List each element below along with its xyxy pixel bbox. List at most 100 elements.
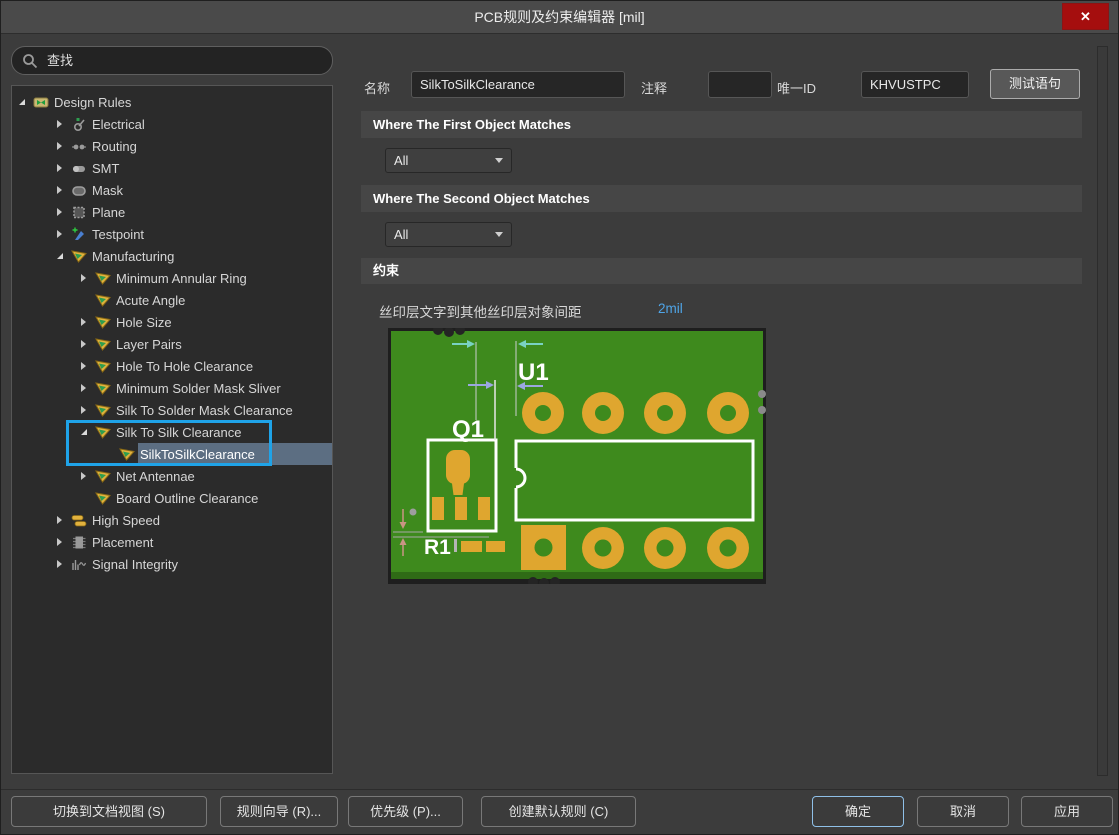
tree-item-placement[interactable]: Placement bbox=[12, 531, 332, 553]
tree-item-label: Board Outline Clearance bbox=[116, 491, 258, 506]
unique-id-input[interactable] bbox=[861, 71, 969, 98]
tree-item-electrical[interactable]: Electrical bbox=[12, 113, 332, 135]
tree-item-label: Routing bbox=[92, 139, 137, 154]
tree-item-label: Net Antennae bbox=[116, 469, 195, 484]
search-input[interactable] bbox=[45, 52, 322, 69]
expand-arrow-icon[interactable] bbox=[57, 560, 71, 568]
test-queries-button[interactable]: 测试语句 bbox=[990, 69, 1080, 99]
tree-item-plane[interactable]: Plane bbox=[12, 201, 332, 223]
expand-arrow-icon[interactable] bbox=[57, 516, 71, 524]
tree-item-label: SMT bbox=[92, 161, 119, 176]
expand-arrow-icon[interactable] bbox=[81, 318, 95, 326]
tree-item-net-antennae[interactable]: Net Antennae bbox=[12, 465, 332, 487]
second-object-scope-dropdown[interactable]: All bbox=[385, 222, 512, 247]
tree-item-silk-to-silk-clearance[interactable]: Silk To Silk Clearance bbox=[12, 421, 332, 443]
pcb-rules-dialog: PCB规则及约束编辑器 [mil] ✕ Design Rules Electric… bbox=[0, 0, 1119, 835]
expand-arrow-icon[interactable] bbox=[57, 120, 71, 128]
second-object-scope-value: All bbox=[394, 227, 408, 242]
expand-arrow-icon[interactable] bbox=[81, 362, 95, 370]
manufacturing-rule-icon bbox=[95, 358, 114, 374]
tree-item-high-speed[interactable]: High Speed bbox=[12, 509, 332, 531]
expand-arrow-icon[interactable] bbox=[81, 340, 95, 348]
tree-item-minimum-solder-mask-sliver[interactable]: Minimum Solder Mask Sliver bbox=[12, 377, 332, 399]
tree-item-label: High Speed bbox=[92, 513, 160, 528]
collapse-arrow-icon[interactable] bbox=[57, 253, 71, 259]
tree-item-testpoint[interactable]: Testpoint bbox=[12, 223, 332, 245]
rule-wizard-button[interactable]: 规则向导 (R)... bbox=[220, 796, 338, 827]
cancel-button[interactable]: 取消 bbox=[917, 796, 1009, 827]
testpoint-icon bbox=[71, 226, 90, 242]
chevron-down-icon bbox=[495, 158, 503, 163]
q1-designator: Q1 bbox=[452, 416, 484, 443]
scrollbar-track[interactable] bbox=[1097, 46, 1108, 776]
rules-tree-panel: Design Rules Electrical Routing SMT Mask Plan… bbox=[11, 85, 333, 774]
close-button[interactable]: ✕ bbox=[1062, 3, 1109, 30]
tree-item-silktosilkclearance[interactable]: SilkToSilkClearance bbox=[12, 443, 332, 465]
electrical-icon bbox=[71, 116, 90, 132]
tree-item-hole-to-hole-clearance[interactable]: Hole To Hole Clearance bbox=[12, 355, 332, 377]
manufacturing-rule-icon bbox=[95, 270, 114, 286]
tree-item-hole-size[interactable]: Hole Size bbox=[12, 311, 332, 333]
tree-item-label: Plane bbox=[92, 205, 125, 220]
title-bar[interactable]: PCB规则及约束编辑器 [mil] ✕ bbox=[1, 1, 1118, 34]
tree-item-minimum-annular-ring[interactable]: Minimum Annular Ring bbox=[12, 267, 332, 289]
tree-item-label: Layer Pairs bbox=[116, 337, 182, 352]
expand-arrow-icon[interactable] bbox=[81, 274, 95, 282]
tree-item-label: Minimum Solder Mask Sliver bbox=[116, 381, 281, 396]
constraints-header: 约束 bbox=[361, 258, 1082, 284]
manufacturing-rule-icon bbox=[95, 336, 114, 352]
tree-item-layer-pairs[interactable]: Layer Pairs bbox=[12, 333, 332, 355]
expand-arrow-icon[interactable] bbox=[81, 406, 95, 414]
apply-button[interactable]: 应用 bbox=[1021, 796, 1113, 827]
manufacturing-rule-icon bbox=[95, 424, 114, 440]
tree-item-label: Electrical bbox=[92, 117, 145, 132]
chevron-down-icon bbox=[495, 232, 503, 237]
plane-icon bbox=[71, 204, 90, 220]
tree-item-label: Design Rules bbox=[54, 95, 131, 110]
collapse-arrow-icon[interactable] bbox=[81, 429, 95, 435]
tree-item-mask[interactable]: Mask bbox=[12, 179, 332, 201]
tree-item-board-outline-clearance[interactable]: Board Outline Clearance bbox=[12, 487, 332, 509]
tree-item-manufacturing[interactable]: Manufacturing bbox=[12, 245, 332, 267]
manufacturing-rule-icon bbox=[95, 468, 114, 484]
search-box[interactable] bbox=[11, 46, 333, 75]
smt-icon bbox=[71, 160, 90, 176]
tree-item-design-rules[interactable]: Design Rules bbox=[12, 91, 332, 113]
create-default-rules-button[interactable]: 创建默认规则 (C) bbox=[481, 796, 636, 827]
comment-label: 注释 bbox=[641, 78, 667, 97]
rule-name-input[interactable] bbox=[411, 71, 625, 98]
ok-button[interactable]: 确定 bbox=[812, 796, 904, 827]
expand-arrow-icon[interactable] bbox=[81, 472, 95, 480]
tree-item-signal-integrity[interactable]: Signal Integrity bbox=[12, 553, 332, 575]
priorities-button[interactable]: 优先级 (P)... bbox=[348, 796, 463, 827]
comment-input[interactable] bbox=[708, 71, 772, 98]
tree-item-smt[interactable]: SMT bbox=[12, 157, 332, 179]
tree-item-label: Testpoint bbox=[92, 227, 144, 242]
signal-integrity-icon bbox=[71, 556, 90, 572]
tree-item-label: Placement bbox=[92, 535, 153, 550]
switch-to-document-view-button[interactable]: 切换到文档视图 (S) bbox=[11, 796, 207, 827]
silk-clearance-label: 丝印层文字到其他丝印层对象间距 bbox=[379, 301, 582, 321]
expand-arrow-icon[interactable] bbox=[57, 186, 71, 194]
tree-item-routing[interactable]: Routing bbox=[12, 135, 332, 157]
silk-clearance-value[interactable]: 2mil bbox=[658, 301, 683, 316]
manufacturing-rule-icon bbox=[95, 380, 114, 396]
expand-arrow-icon[interactable] bbox=[81, 384, 95, 392]
rules-sidebar: Design Rules Electrical Routing SMT Mask Plan… bbox=[11, 46, 333, 774]
tree-item-acute-angle[interactable]: Acute Angle bbox=[12, 289, 332, 311]
collapse-arrow-icon[interactable] bbox=[19, 99, 33, 105]
expand-arrow-icon[interactable] bbox=[57, 538, 71, 546]
manufacturing-rule-icon bbox=[71, 248, 90, 264]
expand-arrow-icon[interactable] bbox=[57, 142, 71, 150]
search-icon bbox=[22, 53, 38, 69]
expand-arrow-icon[interactable] bbox=[57, 208, 71, 216]
placement-icon bbox=[71, 534, 90, 550]
tree-item-label: Hole Size bbox=[116, 315, 172, 330]
expand-arrow-icon[interactable] bbox=[57, 230, 71, 238]
tree-item-silk-to-solder-mask-clearance[interactable]: Silk To Solder Mask Clearance bbox=[12, 399, 332, 421]
unique-id-label: 唯一ID bbox=[777, 78, 816, 97]
expand-arrow-icon[interactable] bbox=[57, 164, 71, 172]
first-object-scope-dropdown[interactable]: All bbox=[385, 148, 512, 173]
footer-divider bbox=[1, 789, 1118, 790]
manufacturing-rule-icon bbox=[95, 314, 114, 330]
